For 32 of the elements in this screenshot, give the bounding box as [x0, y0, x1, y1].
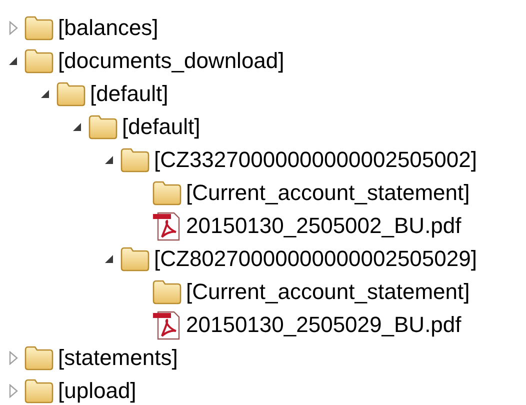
folder-icon — [24, 344, 54, 370]
folder-name[interactable]: [statements] — [58, 346, 178, 368]
folder-icon — [120, 246, 150, 272]
folder-icon — [152, 278, 182, 304]
collapsed-arrow-icon[interactable] — [8, 384, 18, 398]
file-name[interactable]: 20150130_2505002_BU.pdf — [186, 214, 462, 236]
expanded-arrow-icon[interactable] — [72, 122, 82, 132]
folder-name[interactable]: [balances] — [58, 16, 158, 38]
expanded-arrow-icon[interactable] — [8, 56, 18, 66]
collapsed-arrow-icon[interactable] — [8, 20, 18, 34]
folder-icon — [24, 48, 54, 74]
file-name[interactable]: 20150130_2505029_BU.pdf — [186, 314, 462, 336]
collapsed-arrow-icon[interactable] — [8, 350, 18, 364]
expanded-arrow-icon[interactable] — [40, 88, 50, 98]
folder-name[interactable]: [documents_download] — [58, 50, 284, 72]
expanded-arrow-icon[interactable] — [104, 154, 114, 164]
pdf-file-icon — [152, 210, 182, 240]
folder-icon — [56, 80, 86, 106]
folder-icon — [120, 146, 150, 172]
folder-icon — [24, 378, 54, 404]
folder-icon — [88, 114, 118, 140]
expanded-arrow-icon[interactable] — [104, 254, 114, 264]
folder-icon — [152, 180, 182, 206]
folder-icon — [24, 14, 54, 40]
folder-name[interactable]: [default] — [122, 116, 200, 138]
pdf-file-icon — [152, 310, 182, 340]
folder-name[interactable]: [CZ80270000000000002505029] — [154, 248, 477, 270]
folder-name[interactable]: [Current_account_statement] — [186, 280, 470, 302]
folder-name[interactable]: [CZ33270000000000002505002] — [154, 148, 477, 170]
folder-name[interactable]: [Current_account_statement] — [186, 182, 470, 204]
folder-name[interactable]: [default] — [90, 82, 168, 104]
folder-name[interactable]: [upload] — [58, 380, 136, 402]
